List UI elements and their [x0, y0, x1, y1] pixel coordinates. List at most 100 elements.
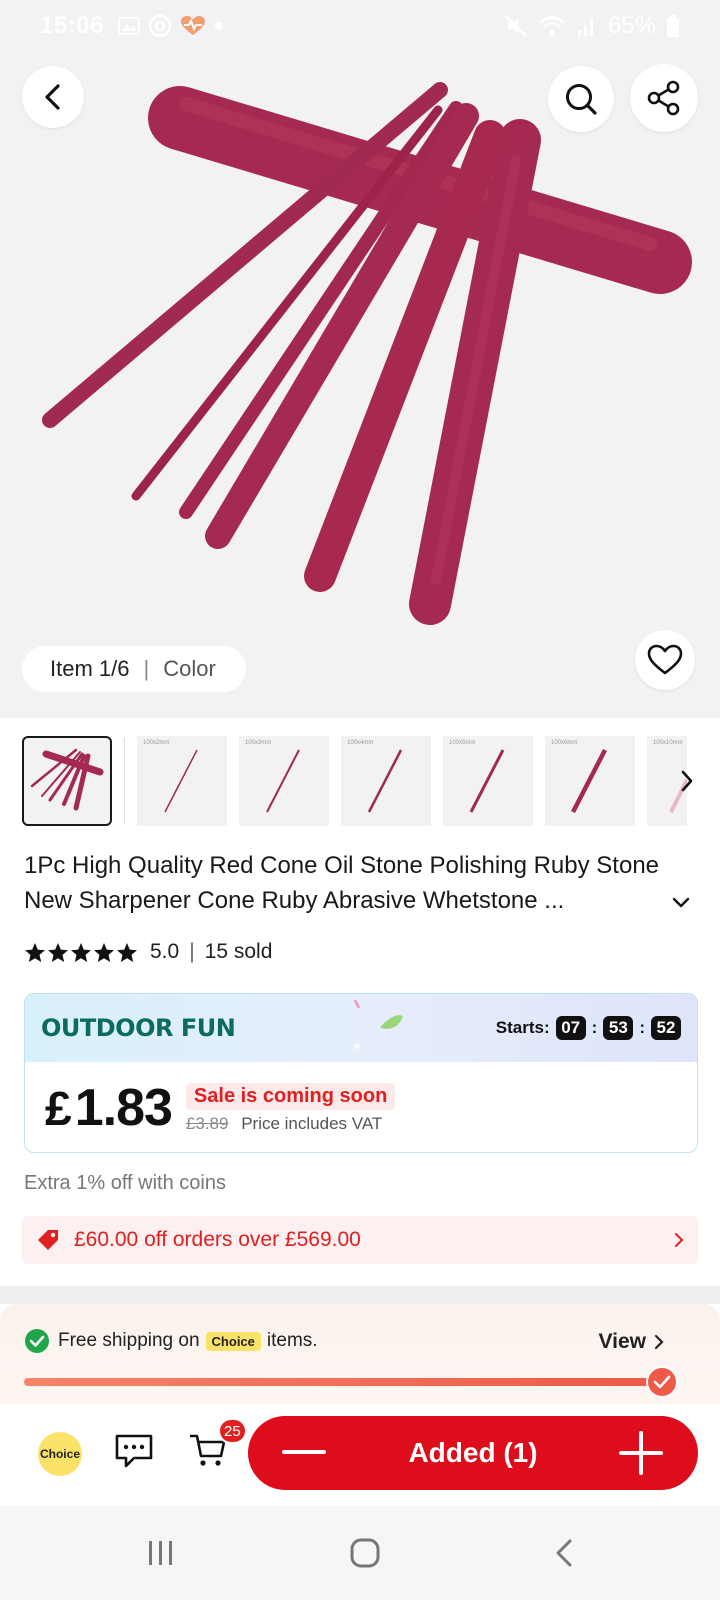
at-notification-icon	[148, 14, 172, 38]
chevron-down-icon	[672, 897, 690, 908]
rating-separator: |	[189, 940, 195, 963]
choice-button[interactable]: Choice	[38, 1432, 82, 1476]
star-rating	[24, 942, 138, 963]
price-row: £ 1.83 Sale is coming soon £3.89 Price i…	[25, 1062, 697, 1152]
check-circle-icon	[25, 1329, 49, 1353]
shipping-progress-fill	[24, 1378, 654, 1386]
sale-badge: Sale is coming soon	[185, 1082, 396, 1110]
coupon-banner[interactable]: £60.00 off orders over £569.00	[22, 1216, 698, 1264]
price-info: Sale is coming soon £3.89 Price includes…	[185, 1082, 396, 1134]
view-label: View	[598, 1330, 646, 1353]
thumbnail-label: 100x10mm	[653, 740, 683, 746]
price-details: £3.89 Price includes VAT	[186, 1114, 395, 1134]
increase-quantity-button[interactable]	[618, 1430, 664, 1476]
thumbnail-next-button[interactable]	[672, 766, 702, 796]
sold-count: 15 sold	[204, 940, 273, 963]
expand-title-button[interactable]	[672, 896, 690, 914]
section-divider	[0, 1286, 720, 1304]
dot-notification-icon	[214, 22, 223, 30]
star-icon	[117, 942, 137, 962]
product-title[interactable]: 1Pc High Quality Red Cone Oil Stone Poli…	[24, 848, 694, 918]
minus-icon	[282, 1450, 326, 1454]
variant-label: Color	[163, 656, 216, 681]
currency-symbol: £	[45, 1083, 72, 1136]
view-shipping-link[interactable]: View	[599, 1330, 664, 1354]
coins-note: Extra 1% off with coins	[24, 1172, 226, 1194]
thumbnail-image	[30, 748, 104, 811]
image-index: Item 1/6	[50, 656, 130, 681]
current-price: £ 1.83	[45, 1078, 173, 1138]
share-button[interactable]	[630, 64, 698, 132]
cart-count-badge: 25	[218, 1418, 247, 1444]
thumbnail-item[interactable]: 100x3mm	[239, 736, 329, 826]
star-icon	[94, 942, 114, 962]
starts-label: Starts:	[495, 1018, 550, 1037]
thumbnail-image	[164, 749, 198, 813]
chat-icon	[115, 1434, 153, 1468]
star-icon	[48, 942, 68, 962]
thumbnail-divider	[124, 738, 125, 824]
original-price: £3.89	[185, 1113, 229, 1133]
wifi-icon	[539, 16, 565, 36]
status-time: 15:06	[40, 12, 104, 39]
thumbnail-image	[266, 749, 300, 813]
search-button[interactable]	[548, 66, 614, 132]
check-icon	[653, 1375, 671, 1389]
image-index-pill[interactable]: Item 1/6 | Color	[22, 646, 246, 692]
rating-value: 5.0	[150, 940, 180, 963]
coupon-text: £60.00 off orders over £569.00	[74, 1228, 361, 1251]
decrease-quantity-button[interactable]	[282, 1440, 326, 1466]
added-label: Added (1)	[408, 1437, 538, 1468]
mute-icon	[505, 15, 527, 37]
shipping-suffix: items.	[266, 1330, 318, 1351]
chevron-right-icon	[654, 1334, 664, 1350]
timer-hours: 07	[555, 1016, 586, 1040]
plus-icon	[619, 1431, 663, 1475]
home-icon[interactable]	[349, 1537, 381, 1569]
star-icon	[25, 942, 45, 962]
thumbnail-item[interactable]: 100x5mm	[443, 736, 533, 826]
star-icon	[71, 942, 91, 962]
rating-row[interactable]: 5.0 | 15 sold	[24, 940, 272, 964]
system-navigation-bar	[0, 1506, 720, 1600]
back-button[interactable]	[22, 66, 84, 128]
promo-panel[interactable]: OUTDOOR FUN Starts: 07 : 53 : 52 £ 1.83 …	[24, 993, 698, 1153]
timer-seconds: 52	[651, 1016, 681, 1040]
gallery-notification-icon	[117, 17, 140, 35]
recent-apps-icon[interactable]	[146, 1539, 176, 1567]
chat-button[interactable]	[114, 1432, 154, 1475]
thumbnail-image	[469, 749, 505, 813]
chevron-left-icon	[45, 84, 60, 110]
thumbnail-item[interactable]: 100x6mm	[545, 736, 635, 826]
timer-minutes: 53	[603, 1016, 634, 1040]
thumbnail-image	[571, 748, 607, 814]
status-bar: 15:06 65%	[0, 0, 720, 52]
health-notification-icon	[180, 16, 205, 35]
search-icon	[566, 84, 597, 115]
promo-title: OUTDOOR FUN	[41, 1014, 236, 1042]
promo-header: OUTDOOR FUN Starts: 07 : 53 : 52	[25, 994, 697, 1062]
chevron-right-icon	[681, 770, 693, 792]
heart-icon	[647, 644, 683, 675]
battery-icon	[667, 15, 679, 37]
thumbnail-strip[interactable]: 100x2mm 100x3mm 100x4mm 100x5mm 100x6mm …	[22, 736, 702, 826]
product-image	[42, 82, 692, 625]
wishlist-button[interactable]	[635, 630, 695, 690]
pill-separator: |	[143, 656, 150, 681]
shipping-prefix: Free shipping on	[58, 1330, 200, 1351]
thumbnail-label: 100x3mm	[245, 740, 272, 746]
thumbnail-label: 100x2mm	[143, 740, 170, 746]
thumbnail-label: 100x5mm	[449, 740, 476, 746]
thumbnail-item[interactable]: 100x2mm	[137, 736, 227, 826]
progress-complete-badge	[646, 1366, 678, 1398]
free-shipping-banner[interactable]: Free shipping on Choice items. View	[0, 1304, 720, 1404]
vat-note: Price includes VAT	[241, 1113, 383, 1133]
price-value: 1.83	[74, 1079, 173, 1137]
thumbnail-item[interactable]	[22, 736, 112, 826]
thumbnail-item[interactable]: 100x4mm	[341, 736, 431, 826]
timer-colon: :	[639, 1018, 645, 1037]
back-nav-icon[interactable]	[554, 1538, 574, 1568]
chevron-right-icon	[675, 1233, 684, 1247]
shipping-progress-bar	[24, 1378, 654, 1386]
coupon-tag-icon	[38, 1230, 58, 1250]
